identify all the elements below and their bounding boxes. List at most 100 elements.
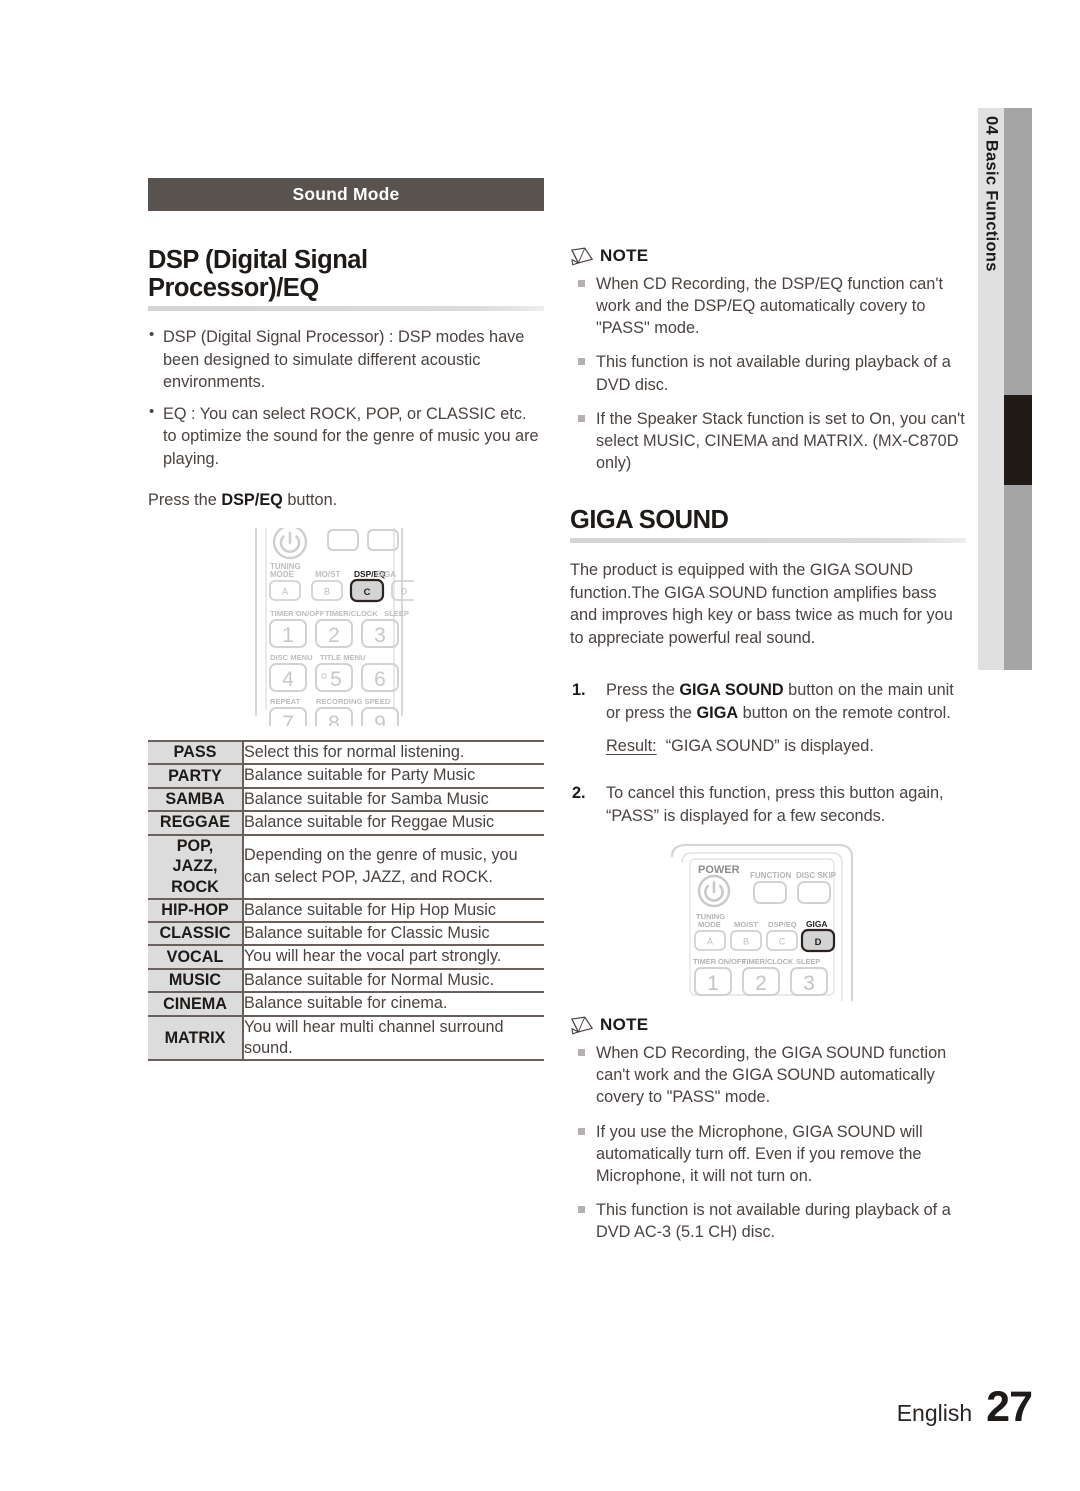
- giga-sound-steps-2: 2. To cancel this function, press this bu…: [570, 782, 966, 827]
- list-item: 1. Press the GIGA SOUND button on the mai…: [570, 679, 966, 724]
- sound-mode-table: PASS Select this for normal listening. P…: [148, 739, 544, 1062]
- pencil-icon: [570, 247, 594, 266]
- mode-description-cell: Balance suitable for Samba Music: [243, 786, 544, 813]
- mode-name-cell: MUSIC: [148, 967, 244, 994]
- table-row: SAMBA Balance suitable for Samba Music: [148, 786, 544, 813]
- note-list: When CD Recording, the GIGA SOUND functi…: [570, 1042, 966, 1243]
- svg-text:1: 1: [707, 972, 719, 995]
- svg-text:TIMER ON/OFF: TIMER ON/OFF: [270, 609, 325, 618]
- svg-text:D: D: [815, 937, 822, 948]
- list-item: If the Speaker Stack function is set to …: [570, 408, 966, 474]
- dsp-bullet-list: DSP (Digital Signal Processor) : DSP mod…: [148, 325, 544, 470]
- mode-name-cell: REGGAE: [148, 810, 244, 836]
- mode-name-cell: MATRIX: [148, 1014, 244, 1062]
- svg-text:GIGA: GIGA: [376, 570, 397, 579]
- svg-text:TIMER ON/OFF: TIMER ON/OFF: [693, 957, 746, 966]
- mode-name-cell: HIP-HOP: [148, 897, 244, 924]
- svg-text:5: 5: [330, 668, 342, 691]
- svg-text:SLEEP: SLEEP: [384, 609, 409, 618]
- svg-text:RECORDING SPEED: RECORDING SPEED: [316, 697, 391, 706]
- svg-text:TITLE MENU: TITLE MENU: [320, 653, 366, 662]
- svg-text:REPEAT: REPEAT: [270, 697, 301, 706]
- giga-sound-intro: The product is equipped with the GIGA SO…: [570, 561, 953, 647]
- mode-name-cell: SAMBA: [148, 786, 244, 813]
- svg-text:9: 9: [374, 712, 386, 726]
- table-row: HIP-HOP Balance suitable for Hip Hop Mus…: [148, 897, 544, 924]
- mode-description-cell: Balance suitable for Party Music: [243, 763, 544, 789]
- chapter-tab-marker: [1004, 395, 1032, 485]
- power-icon: [697, 874, 731, 908]
- svg-text:TIMER/CLOCK: TIMER/CLOCK: [742, 957, 794, 966]
- note-label: NOTE: [600, 1015, 649, 1035]
- svg-text:3: 3: [803, 972, 815, 995]
- result-text: “GIGA SOUND” is displayed.: [665, 737, 874, 756]
- list-item: 2. To cancel this function, press this bu…: [570, 782, 966, 827]
- step-text-part: To cancel this function, press this butt…: [606, 784, 944, 825]
- footer-language: English: [896, 1400, 973, 1426]
- sound-mode-table-body: PASS Select this for normal listening. P…: [148, 739, 544, 1062]
- note-header: NOTE: [570, 246, 966, 266]
- table-row: PASS Select this for normal listening.: [148, 739, 544, 766]
- svg-text:8: 8: [328, 712, 340, 726]
- svg-text:4: 4: [282, 668, 294, 691]
- press-button-name: DSP/EQ: [221, 491, 283, 509]
- left-column: Sound Mode DSP (Digital Signal Processor…: [148, 178, 544, 1062]
- svg-text:A: A: [282, 587, 288, 597]
- svg-text:SLEEP: SLEEP: [796, 957, 820, 966]
- list-item: If you use the Microphone, GIGA SOUND wi…: [570, 1121, 966, 1187]
- svg-text:TIMER/CLOCK: TIMER/CLOCK: [325, 609, 378, 618]
- svg-text:1: 1: [282, 624, 294, 647]
- svg-text:DSP/EQ: DSP/EQ: [768, 920, 797, 929]
- table-row: PARTY Balance suitable for Party Music: [148, 763, 544, 789]
- svg-text:2: 2: [328, 624, 340, 647]
- step-bold-term: GIGA SOUND: [679, 681, 784, 700]
- page-footer: English 27: [0, 1383, 1033, 1432]
- section-title: Sound Mode: [292, 184, 400, 204]
- chapter-tab: 04 Basic Functions: [978, 108, 1032, 670]
- giga-sound-steps: 1. Press the GIGA SOUND button on the mai…: [570, 679, 966, 724]
- table-row: CLASSIC Balance suitable for Classic Mus…: [148, 921, 544, 947]
- result-label: Result:: [606, 737, 657, 756]
- press-suffix: button.: [282, 491, 338, 509]
- step-text-part: Press the: [606, 681, 680, 700]
- svg-text:7: 7: [282, 712, 294, 726]
- svg-text:MO/ST: MO/ST: [734, 920, 758, 929]
- svg-text:6: 6: [374, 668, 386, 691]
- remote-giga-illustration: POWER FUNCTION DISC SKIP TUNING MODE MO/…: [662, 843, 966, 1003]
- step-text-part: button on the remote control.: [738, 703, 951, 722]
- table-row: MATRIX You will hear multi channel surro…: [148, 1014, 544, 1062]
- note-block-dspeq: NOTE When CD Recording, the DSP/EQ funct…: [570, 246, 966, 474]
- table-row: REGGAE Balance suitable for Reggae Music: [148, 810, 544, 836]
- svg-text:B: B: [324, 587, 330, 597]
- chapter-tab-text: 04 Basic Functions: [978, 108, 1004, 670]
- svg-text:C: C: [779, 937, 786, 947]
- right-column: NOTE When CD Recording, the DSP/EQ funct…: [570, 246, 966, 1255]
- section-title-bar: Sound Mode: [148, 178, 544, 211]
- step-bold-term: GIGA: [696, 703, 739, 722]
- list-item: When CD Recording, the DSP/EQ function c…: [570, 273, 966, 339]
- power-icon: [272, 528, 308, 560]
- footer-page-number: 27: [986, 1383, 1033, 1431]
- list-item: This function is not available during pl…: [570, 1199, 966, 1243]
- mode-name-cell: CLASSIC: [148, 921, 244, 947]
- mode-description-cell: Depending on the genre of music, you can…: [243, 833, 544, 900]
- step-number: 2.: [572, 784, 586, 803]
- chapter-tab-dark-strip: [1004, 108, 1032, 670]
- note-block-giga: NOTE When CD Recording, the GIGA SOUND f…: [570, 1015, 966, 1243]
- mode-description-cell: Balance suitable for Classic Music: [243, 921, 544, 947]
- svg-text:DISC MENU: DISC MENU: [270, 653, 313, 662]
- note-label: NOTE: [600, 246, 649, 265]
- mode-name-cell: PASS: [148, 739, 244, 766]
- mode-description-cell: Balance suitable for cinema.: [243, 991, 544, 1017]
- table-row: VOCAL You will hear the vocal part stron…: [148, 944, 544, 970]
- list-item: DSP (Digital Signal Processor) : DSP mod…: [148, 325, 544, 393]
- svg-text:B: B: [743, 937, 749, 947]
- mode-name-cell: PARTY: [148, 763, 244, 789]
- table-row: MUSIC Balance suitable for Normal Music.: [148, 967, 544, 994]
- svg-text:C: C: [364, 587, 371, 598]
- svg-text:GIGA: GIGA: [806, 919, 827, 929]
- mode-description-cell: Balance suitable for Reggae Music: [243, 810, 544, 836]
- mode-name-cell: CINEMA: [148, 991, 244, 1017]
- svg-text:MO/ST: MO/ST: [315, 570, 340, 579]
- list-item: This function is not available during pl…: [570, 351, 966, 395]
